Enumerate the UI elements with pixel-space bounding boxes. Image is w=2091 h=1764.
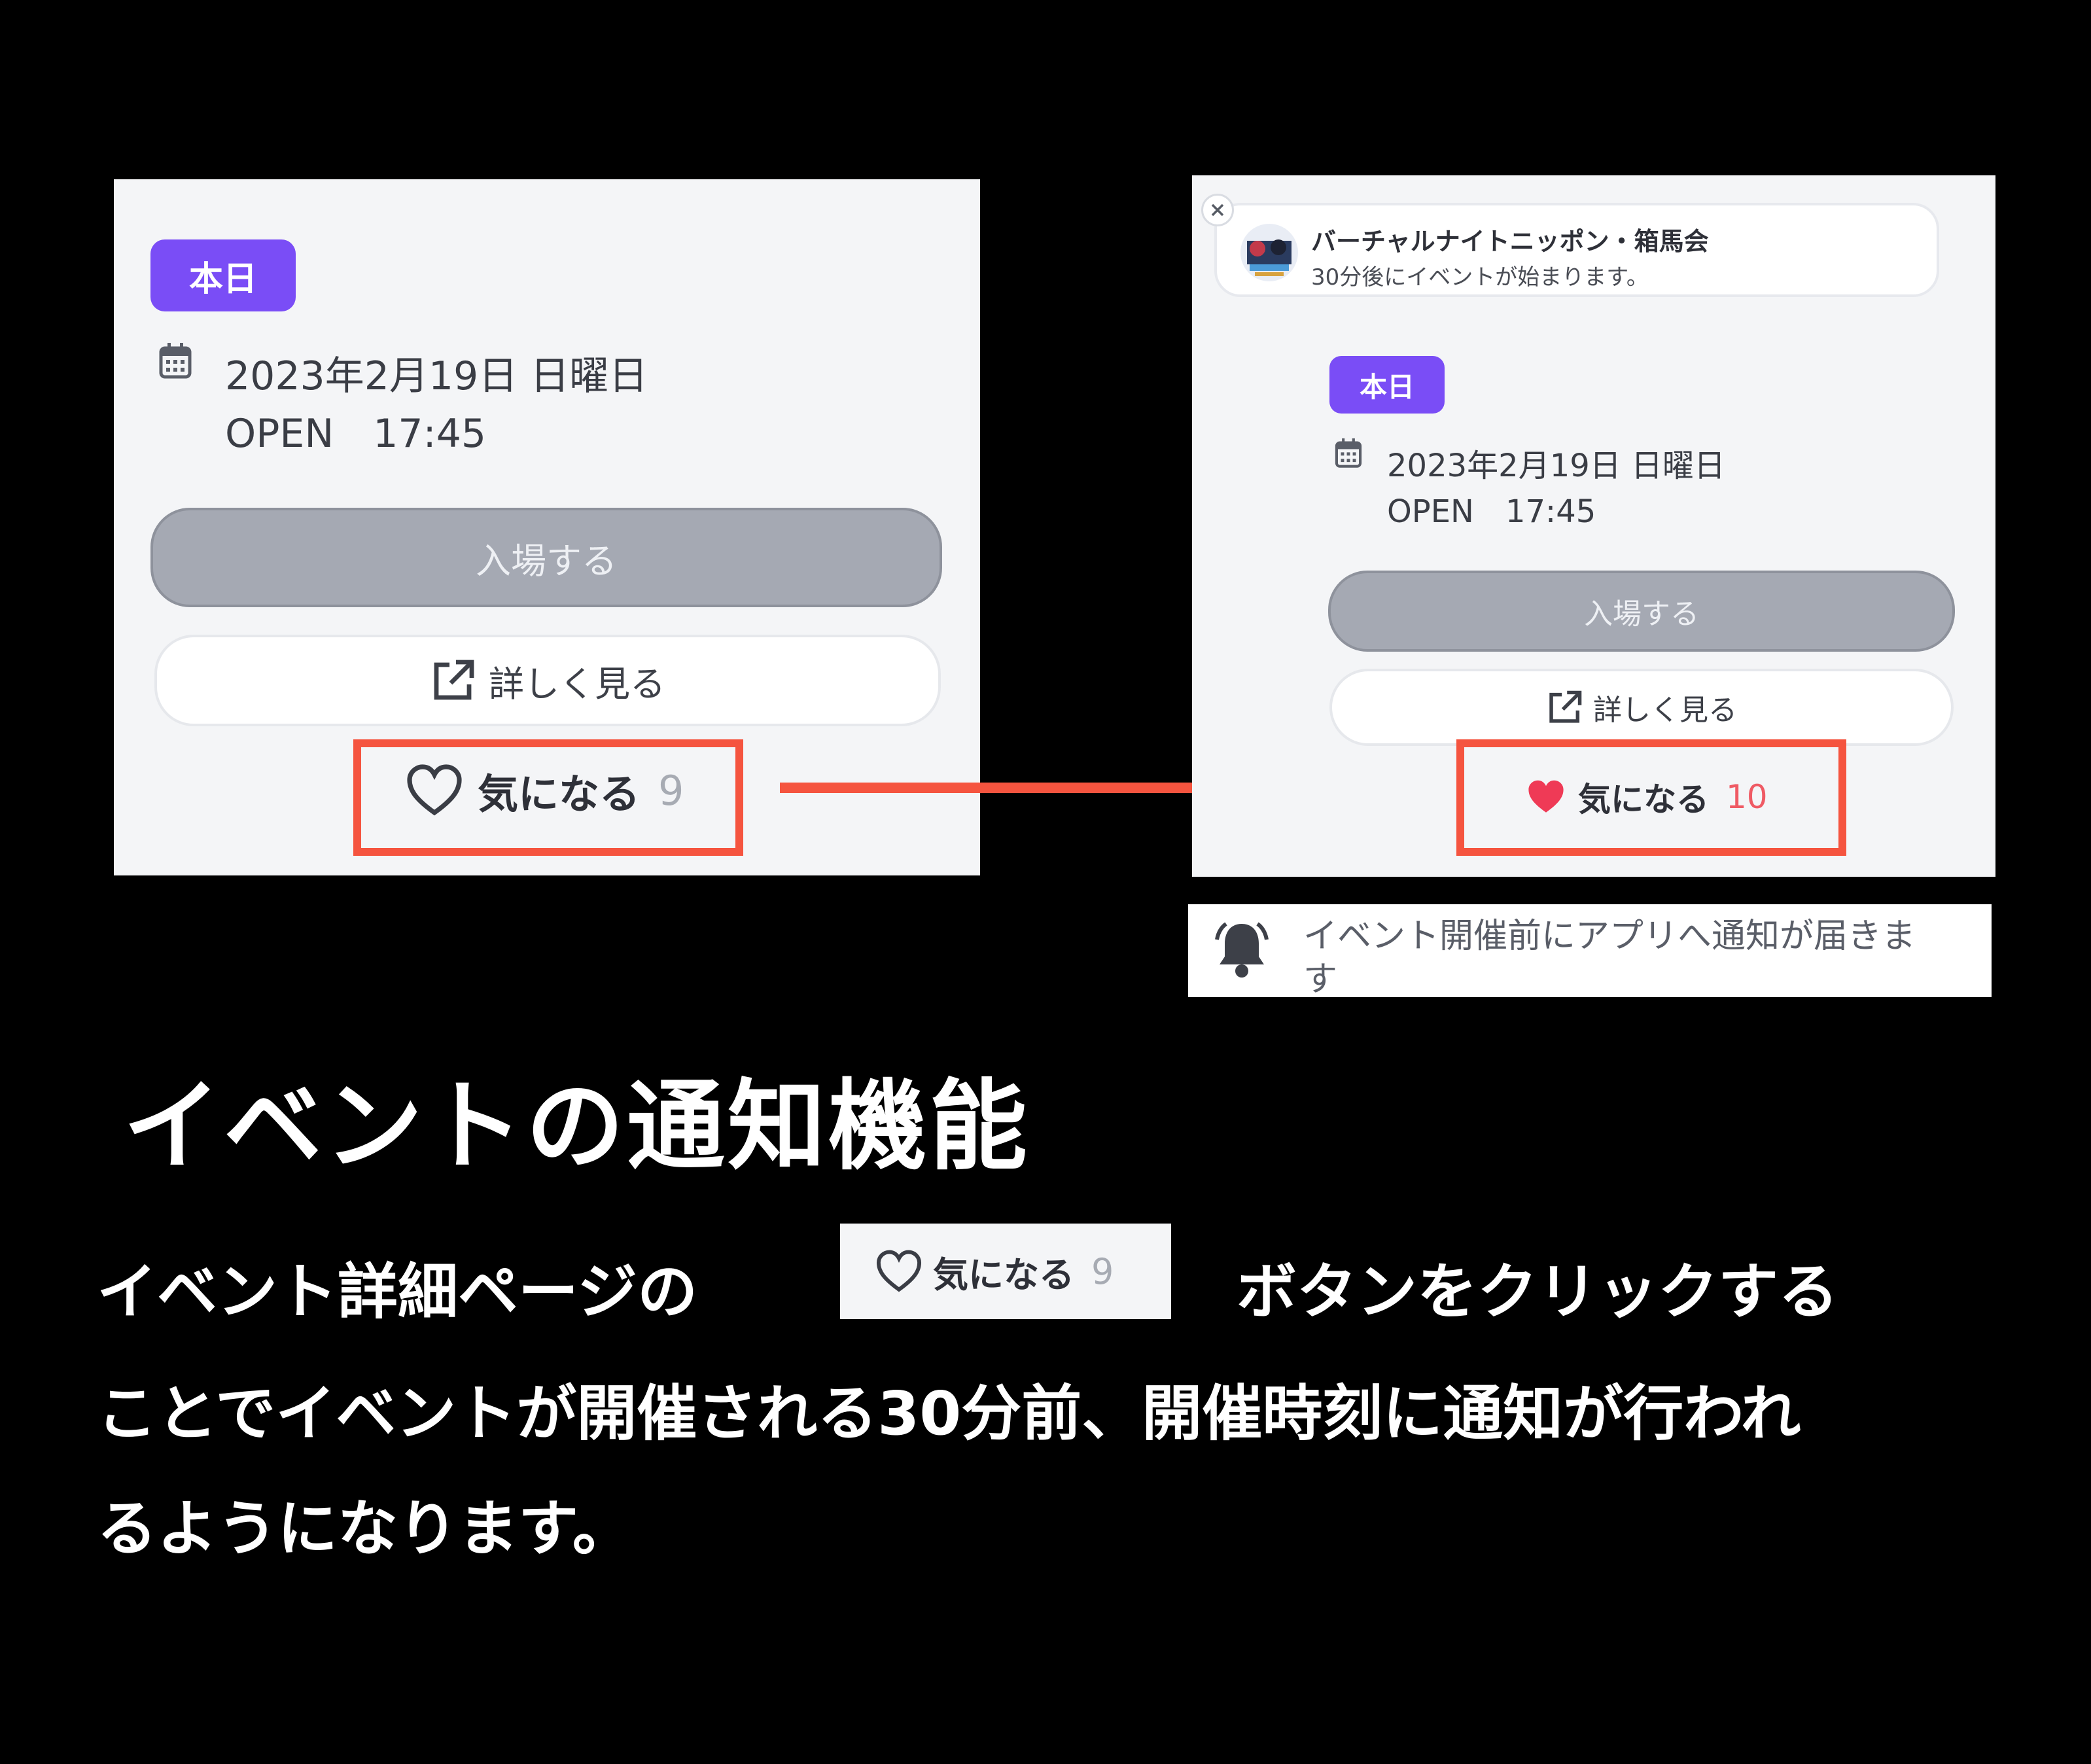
today-badge: 本日 <box>1329 356 1445 414</box>
body-line1-pre: イベント詳細ページの <box>97 1257 698 1327</box>
details-button-label: 詳しく見る <box>1593 694 1737 727</box>
inline-interest-count: 9 <box>1091 1250 1114 1292</box>
page-title: イベントの通知機能 <box>123 1070 1030 1184</box>
external-link-icon <box>434 660 474 700</box>
event-open-time: OPEN 17:45 <box>1387 493 1596 530</box>
body-line1-post: ボタンをクリックする <box>1237 1257 1839 1327</box>
event-open-time: OPEN 17:45 <box>225 411 487 457</box>
right-highlight-box <box>1456 739 1846 856</box>
calendar-icon <box>159 343 192 379</box>
body-line2: ことでイベントが開催される30分前、開催時刻に通知が行われ <box>97 1379 1801 1449</box>
push-notification[interactable]: バーチャルナイトニッポン・箱馬会 30分後にイベントが始まります。 <box>1214 203 1939 297</box>
today-badge: 本日 <box>150 239 296 311</box>
inline-interest-label: 気になる <box>933 1254 1074 1296</box>
enter-button[interactable]: 入場する <box>150 508 942 607</box>
left-highlight-box <box>353 739 743 856</box>
body-line3: るようになります。 <box>97 1494 633 1564</box>
enter-button[interactable]: 入場する <box>1328 571 1955 652</box>
details-button-label: 詳しく見る <box>489 663 665 705</box>
external-link-icon <box>1549 690 1582 723</box>
event-date: 2023年2月19日 日曜日 <box>225 353 648 399</box>
app-avatar <box>1240 224 1298 281</box>
bell-icon <box>1215 922 1269 978</box>
close-icon <box>1211 203 1224 217</box>
inline-interest-button: 気になる 9 <box>840 1224 1171 1319</box>
details-button[interactable]: 詳しく見る <box>1329 669 1954 746</box>
notification-title: バーチャルナイトニッポン・箱馬会 <box>1311 227 1709 256</box>
details-button[interactable]: 詳しく見る <box>154 635 941 726</box>
notice-bar: イベント開催前にアプリへ通知が届きま す <box>1188 904 1992 999</box>
notification-close-button[interactable] <box>1201 194 1234 226</box>
heart-outline-icon <box>876 1250 922 1292</box>
event-date: 2023年2月19日 日曜日 <box>1387 448 1726 484</box>
enter-button-label: 入場する <box>476 540 617 582</box>
notification-body: 30分後にイベントが始まります。 <box>1311 264 1649 291</box>
calendar-icon <box>1335 438 1362 468</box>
enter-button-label: 入場する <box>1584 597 1699 631</box>
notice-text-line1: イベント開催前にアプリへ通知が届きま <box>1303 917 1916 956</box>
notice-text-line2: す <box>1303 960 1338 999</box>
